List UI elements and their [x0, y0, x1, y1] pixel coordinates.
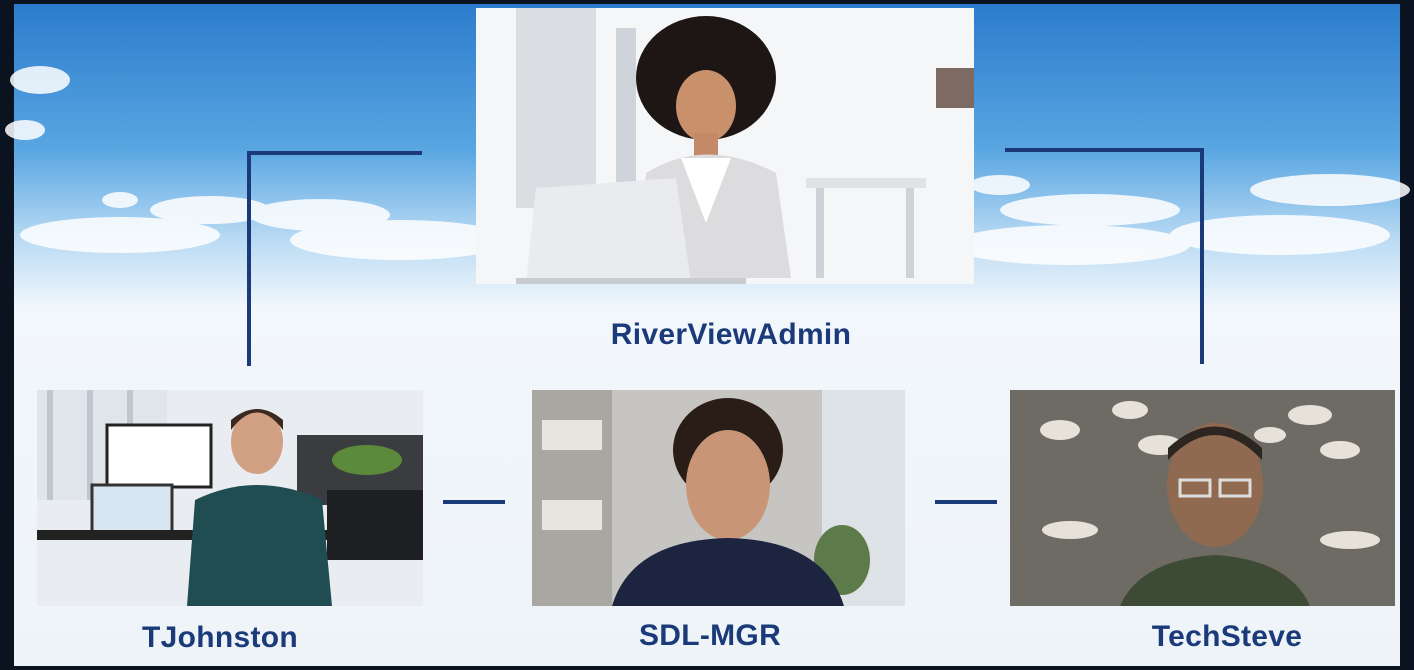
node-tech-photo[interactable] — [1010, 390, 1395, 606]
photo-woman-portrait — [532, 390, 905, 606]
node-admin-label: RiverViewAdmin — [610, 318, 852, 351]
node-sdl-label: SDL-MGR — [638, 619, 782, 652]
photo-man-glasses — [1010, 390, 1395, 606]
org-diagram: RiverViewAdmin TJohnston SDL-MGR TechSte… — [0, 0, 1414, 670]
photo-man-at-desk — [37, 390, 423, 606]
connector-bottom-right — [935, 500, 997, 504]
connector-right-vertical — [1200, 148, 1204, 364]
node-admin-photo[interactable] — [476, 8, 974, 284]
connector-right-horizontal — [1005, 148, 1203, 152]
connector-left-horizontal — [247, 151, 422, 155]
photo-woman-at-laptop — [476, 8, 974, 284]
node-tj-label: TJohnston — [141, 621, 298, 654]
node-sdl-photo[interactable] — [532, 390, 905, 606]
connector-bottom-left — [443, 500, 505, 504]
node-tech-label: TechSteve — [1151, 620, 1303, 653]
connector-left-vertical — [247, 151, 251, 366]
node-tj-photo[interactable] — [37, 390, 423, 606]
